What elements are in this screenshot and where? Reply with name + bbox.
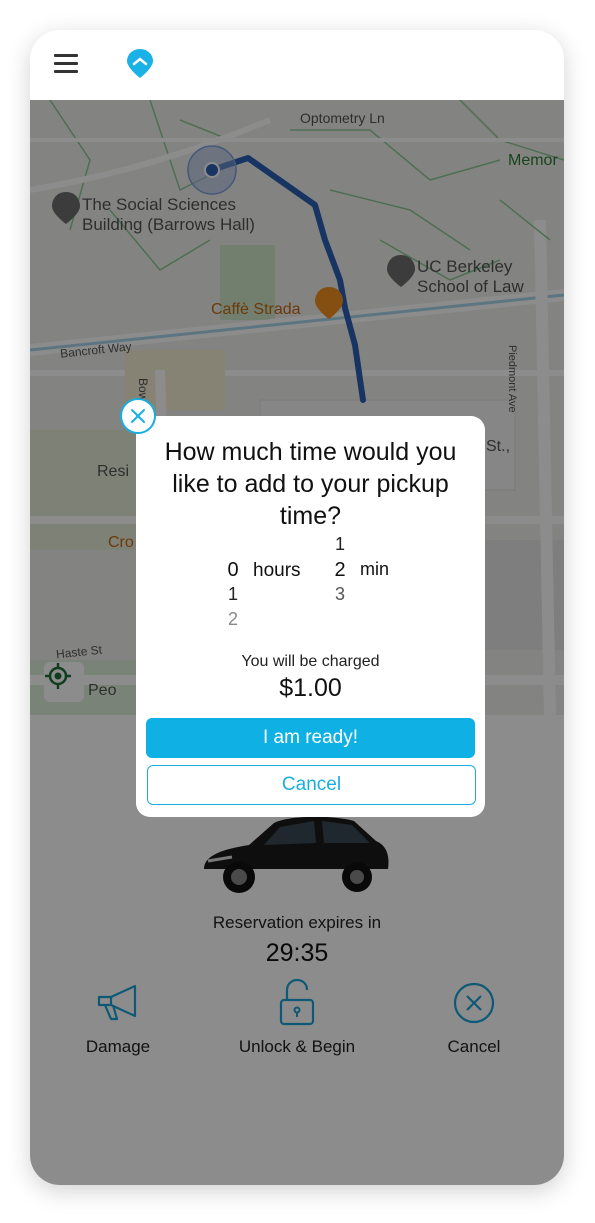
minutes-unit-label: min [360, 559, 390, 579]
minutes-option-3[interactable]: 3 [330, 584, 350, 605]
minutes-selected: 2 [334, 559, 346, 581]
location-marker-logo-icon[interactable] [126, 48, 154, 80]
phone-frame: Optometry Ln Memor The Social Sciences B… [30, 30, 564, 1185]
add-time-dialog: How much time would you like to add to y… [120, 398, 485, 817]
close-x-icon [131, 409, 145, 423]
dialog-title: How much time would you like to add to y… [164, 438, 457, 530]
hours-unit-label: hours [253, 560, 301, 581]
minutes-option-1[interactable]: 1 [330, 534, 350, 555]
charged-label: You will be charged [241, 653, 380, 670]
top-bar [30, 30, 564, 100]
charge-amount: $1.00 [279, 674, 342, 702]
dialog-cancel-button[interactable]: Cancel [147, 765, 476, 805]
hours-option-1[interactable]: 1 [223, 584, 243, 605]
hours-selected: 0 [227, 559, 239, 581]
close-dialog-button[interactable] [120, 398, 156, 434]
hamburger-menu-icon[interactable] [54, 54, 78, 74]
i-am-ready-button[interactable]: I am ready! [146, 718, 475, 758]
hours-option-2[interactable]: 2 [223, 609, 243, 630]
